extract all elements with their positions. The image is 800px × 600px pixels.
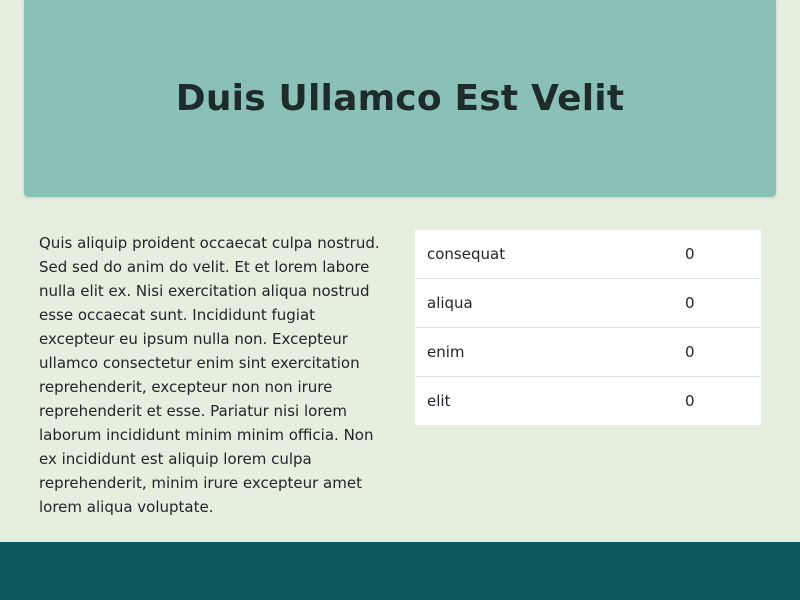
body-paragraph: Quis aliquip proident occaecat culpa nos…: [39, 234, 380, 516]
row-label: elit: [415, 375, 673, 425]
row-value: 0: [685, 244, 695, 263]
row-value: 0: [673, 375, 761, 425]
stats-table: consequat 0 aliqua 0 enim 0 elit 0: [415, 230, 761, 425]
row-label: aliqua: [415, 277, 673, 327]
row-value: 0: [673, 277, 761, 327]
page-footer: [0, 542, 800, 600]
page-title: Duis Ullamco Est Velit: [175, 78, 625, 119]
table-row: consequat 0: [415, 230, 761, 278]
table-row: enim 0: [415, 326, 761, 376]
hero-banner: Duis Ullamco Est Velit: [24, 0, 776, 197]
main-content: Quis aliquip proident occaecat culpa nos…: [39, 230, 761, 519]
row-value: 0: [673, 326, 761, 376]
row-label: enim: [415, 326, 673, 376]
row-label: consequat: [427, 244, 506, 263]
table-row: elit 0: [415, 375, 761, 425]
table-row: aliqua 0: [415, 277, 761, 327]
